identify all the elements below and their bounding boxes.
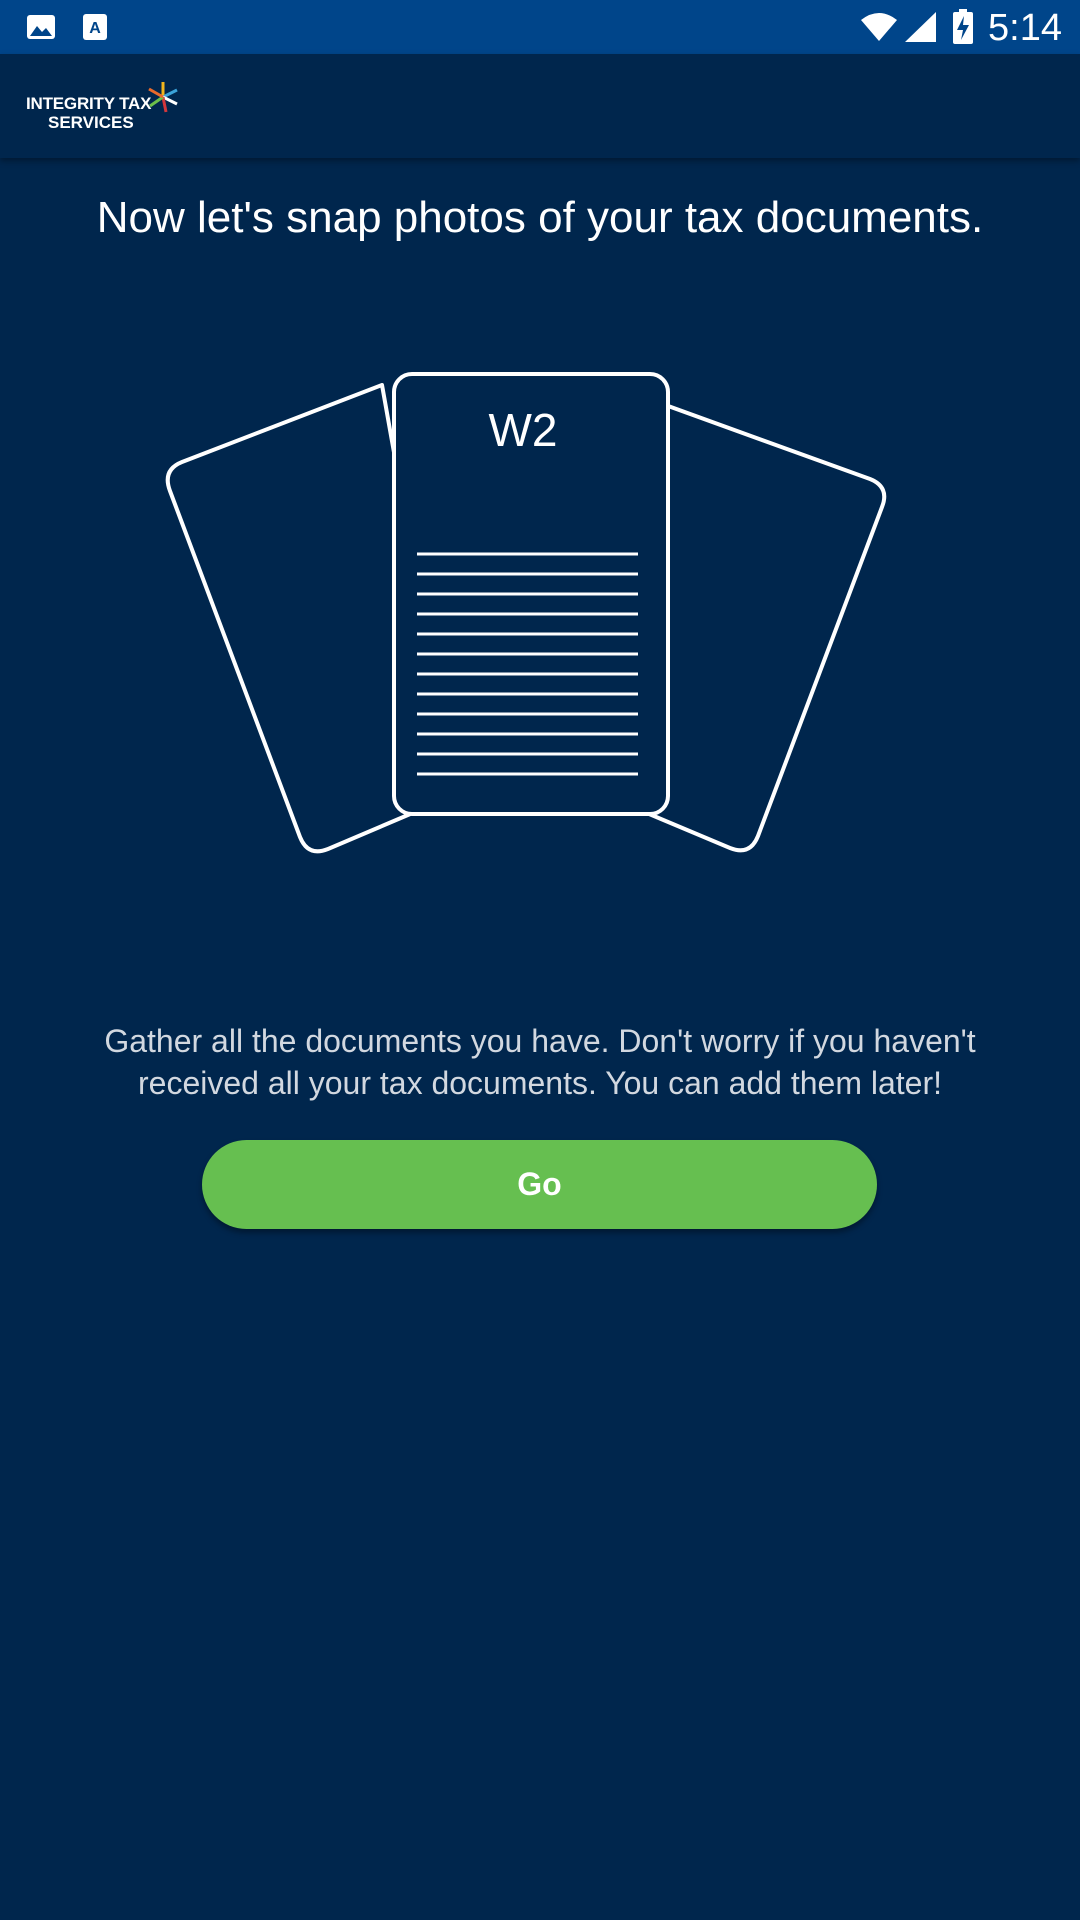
status-time: 5:14: [988, 7, 1062, 49]
wifi-icon: [860, 12, 898, 47]
instructions-text: Gather all the documents you have. Don't…: [104, 1023, 976, 1101]
go-button[interactable]: Go: [202, 1140, 877, 1229]
w2-label: W2: [489, 404, 558, 456]
app-bar: INTEGRITY TAX SERVICES: [0, 54, 1080, 158]
page-title: Now let's snap photos of your tax docume…: [96, 193, 984, 242]
svg-text:A: A: [89, 20, 101, 37]
font-download-icon: A: [82, 12, 108, 47]
gallery-icon: [26, 12, 56, 47]
integrity-tax-logo[interactable]: INTEGRITY TAX SERVICES: [26, 80, 186, 136]
tax-documents-illustration: W2: [160, 365, 920, 870]
battery-charging-icon: [952, 9, 974, 50]
logo-text-line2: SERVICES: [48, 113, 134, 132]
documents-fan-graphic: W2: [165, 372, 887, 854]
cellular-signal-icon: [905, 12, 937, 47]
logo-text-line1: INTEGRITY TAX: [26, 94, 152, 113]
logo-star-icon: [144, 80, 182, 119]
status-bar: A 5:14: [0, 0, 1080, 54]
